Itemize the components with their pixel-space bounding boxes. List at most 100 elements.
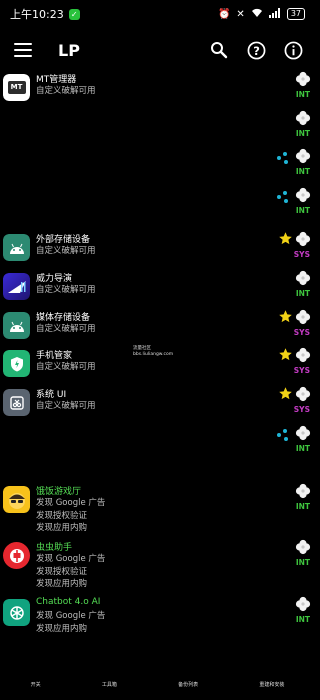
app-status-line: 发现授权验证 <box>36 566 88 577</box>
install-type-tag: SYS <box>293 250 310 259</box>
game-hall-icon <box>3 486 30 513</box>
app-bar: LP ? <box>0 28 315 72</box>
install-type-tag: SYS <box>293 328 310 337</box>
app-status-line: 发现 Google 广告 <box>36 611 106 621</box>
app-badges: INT <box>271 148 311 176</box>
app-list-item[interactable]: INT <box>0 110 315 149</box>
app-status-line: 自定义破解可用 <box>36 285 96 295</box>
install-type-tag: INT <box>295 444 310 453</box>
app-badges: INT <box>271 71 311 99</box>
app-list-item[interactable]: 系统 UI 自定义破解可用 SYS <box>0 386 315 426</box>
cluster-dots-icon <box>277 151 293 165</box>
clover-icon <box>295 231 311 251</box>
app-list-item[interactable]: INT <box>0 187 315 232</box>
mute-icon: ✕ <box>236 8 245 20</box>
app-list-item[interactable]: 媒体存储设备 自定义破解可用 SYS <box>0 309 315 348</box>
app-status-line: 发现 Google 广告 <box>36 498 106 508</box>
app-badges: SYS <box>271 309 311 337</box>
app-status-line: 自定义破解可用 <box>36 362 96 372</box>
install-type-tag: INT <box>295 129 310 138</box>
app-badges: SYS <box>271 231 311 259</box>
notification-icon: ✓ <box>68 8 80 20</box>
app-status-line: 发现应用内购 <box>36 523 88 533</box>
page-title: LP <box>58 40 80 60</box>
status-time: 上午10:23 <box>10 8 64 21</box>
app-list-item[interactable]: 威力导演 自定义破解可用 INT <box>0 270 315 310</box>
app-status-line: 发现应用内购 <box>36 579 88 589</box>
app-badges: SYS <box>271 347 311 375</box>
star-icon <box>278 386 293 405</box>
app-badges: SYS <box>271 386 311 414</box>
watermark: 流量社区 bbs.liuliangw.com <box>133 346 174 357</box>
clover-icon <box>295 71 311 91</box>
app-status-line: 自定义破解可用 <box>36 401 96 411</box>
install-type-tag: INT <box>295 90 310 99</box>
app-status-line: 发现授权验证 <box>36 510 88 521</box>
app-status-line: 发现应用内购 <box>36 623 88 634</box>
bottom-nav: 开关 工具箱 备份列表 重建和安装 <box>0 668 315 700</box>
app-name: Chatbot 4.o AI <box>36 597 101 607</box>
app-badges: INT <box>271 187 311 215</box>
install-type-tag: INT <box>295 558 310 567</box>
clover-icon <box>295 425 311 445</box>
status-bar: 上午10:23 ✓ ⏰ ✕ 37 <box>0 0 315 28</box>
clover-icon <box>295 148 311 168</box>
app-list-item[interactable]: MT MT管理器 自定义破解可用 INT <box>0 71 315 111</box>
install-type-tag: INT <box>295 502 310 511</box>
cluster-dots-icon <box>277 190 293 204</box>
install-type-tag: INT <box>295 289 310 298</box>
app-status-line: 自定义破解可用 <box>36 86 96 96</box>
android-icon <box>3 234 30 261</box>
bug-helper-icon <box>3 542 30 569</box>
app-list-item[interactable]: 饿饭游戏厅 发现 Google 广告 发现授权验证 发现应用内购 INT <box>0 483 315 540</box>
wifi-icon <box>251 8 263 21</box>
system-ui-icon <box>3 389 30 416</box>
app-badges: INT <box>271 596 311 624</box>
star-icon <box>278 347 293 366</box>
phone-manager-icon <box>3 350 30 377</box>
clover-icon <box>295 596 311 616</box>
nav-switch[interactable]: 开关 <box>31 681 41 688</box>
battery-icon: 37 <box>286 8 305 20</box>
app-badges: INT <box>271 270 311 298</box>
app-badges: INT <box>271 483 311 511</box>
install-type-tag: SYS <box>293 405 310 414</box>
svg-text:?: ? <box>253 43 260 57</box>
install-type-tag: INT <box>295 206 310 215</box>
app-badges: INT <box>271 539 311 567</box>
app-list-item[interactable]: 虫虫助手 发现 Google 广告 发现授权验证 发现应用内购 INT <box>0 539 315 597</box>
star-icon <box>278 309 293 328</box>
app-badges: INT <box>271 425 311 453</box>
nav-rebuild-install[interactable]: 重建和安装 <box>259 681 284 688</box>
install-type-tag: INT <box>295 167 310 176</box>
info-icon[interactable] <box>283 40 303 60</box>
nav-toolbox[interactable]: 工具箱 <box>102 681 117 688</box>
clover-icon <box>295 347 311 367</box>
app-status-line: 自定义破解可用 <box>36 246 96 256</box>
app-badges: INT <box>271 110 311 138</box>
cluster-dots-icon <box>277 428 293 442</box>
app-list-item[interactable]: 外部存储设备 自定义破解可用 SYS <box>0 231 315 271</box>
install-type-tag: SYS <box>293 366 310 375</box>
app-list-item[interactable]: INT <box>0 148 315 188</box>
android-icon <box>3 312 30 339</box>
clover-icon <box>295 483 311 503</box>
chatbot-icon <box>3 599 30 626</box>
clover-icon <box>295 539 311 559</box>
search-icon[interactable] <box>209 40 229 60</box>
app-list-item[interactable]: Chatbot 4.o AI 发现 Google 广告 发现应用内购 INT <box>0 596 315 657</box>
clover-icon <box>295 386 311 406</box>
app-list-item[interactable]: INT <box>0 425 315 484</box>
menu-icon[interactable] <box>14 43 32 57</box>
powerdirector-icon <box>3 273 30 300</box>
star-icon <box>278 231 293 250</box>
clover-icon <box>295 309 311 329</box>
app-status-line: 自定义破解可用 <box>36 324 96 334</box>
signal-icon <box>268 7 281 21</box>
clover-icon <box>295 187 311 207</box>
clover-icon <box>295 110 311 130</box>
install-type-tag: INT <box>295 615 310 624</box>
nav-backup-list[interactable]: 备份列表 <box>178 681 198 688</box>
app-status-line: 发现 Google 广告 <box>36 554 106 564</box>
help-icon[interactable]: ? <box>246 40 266 60</box>
